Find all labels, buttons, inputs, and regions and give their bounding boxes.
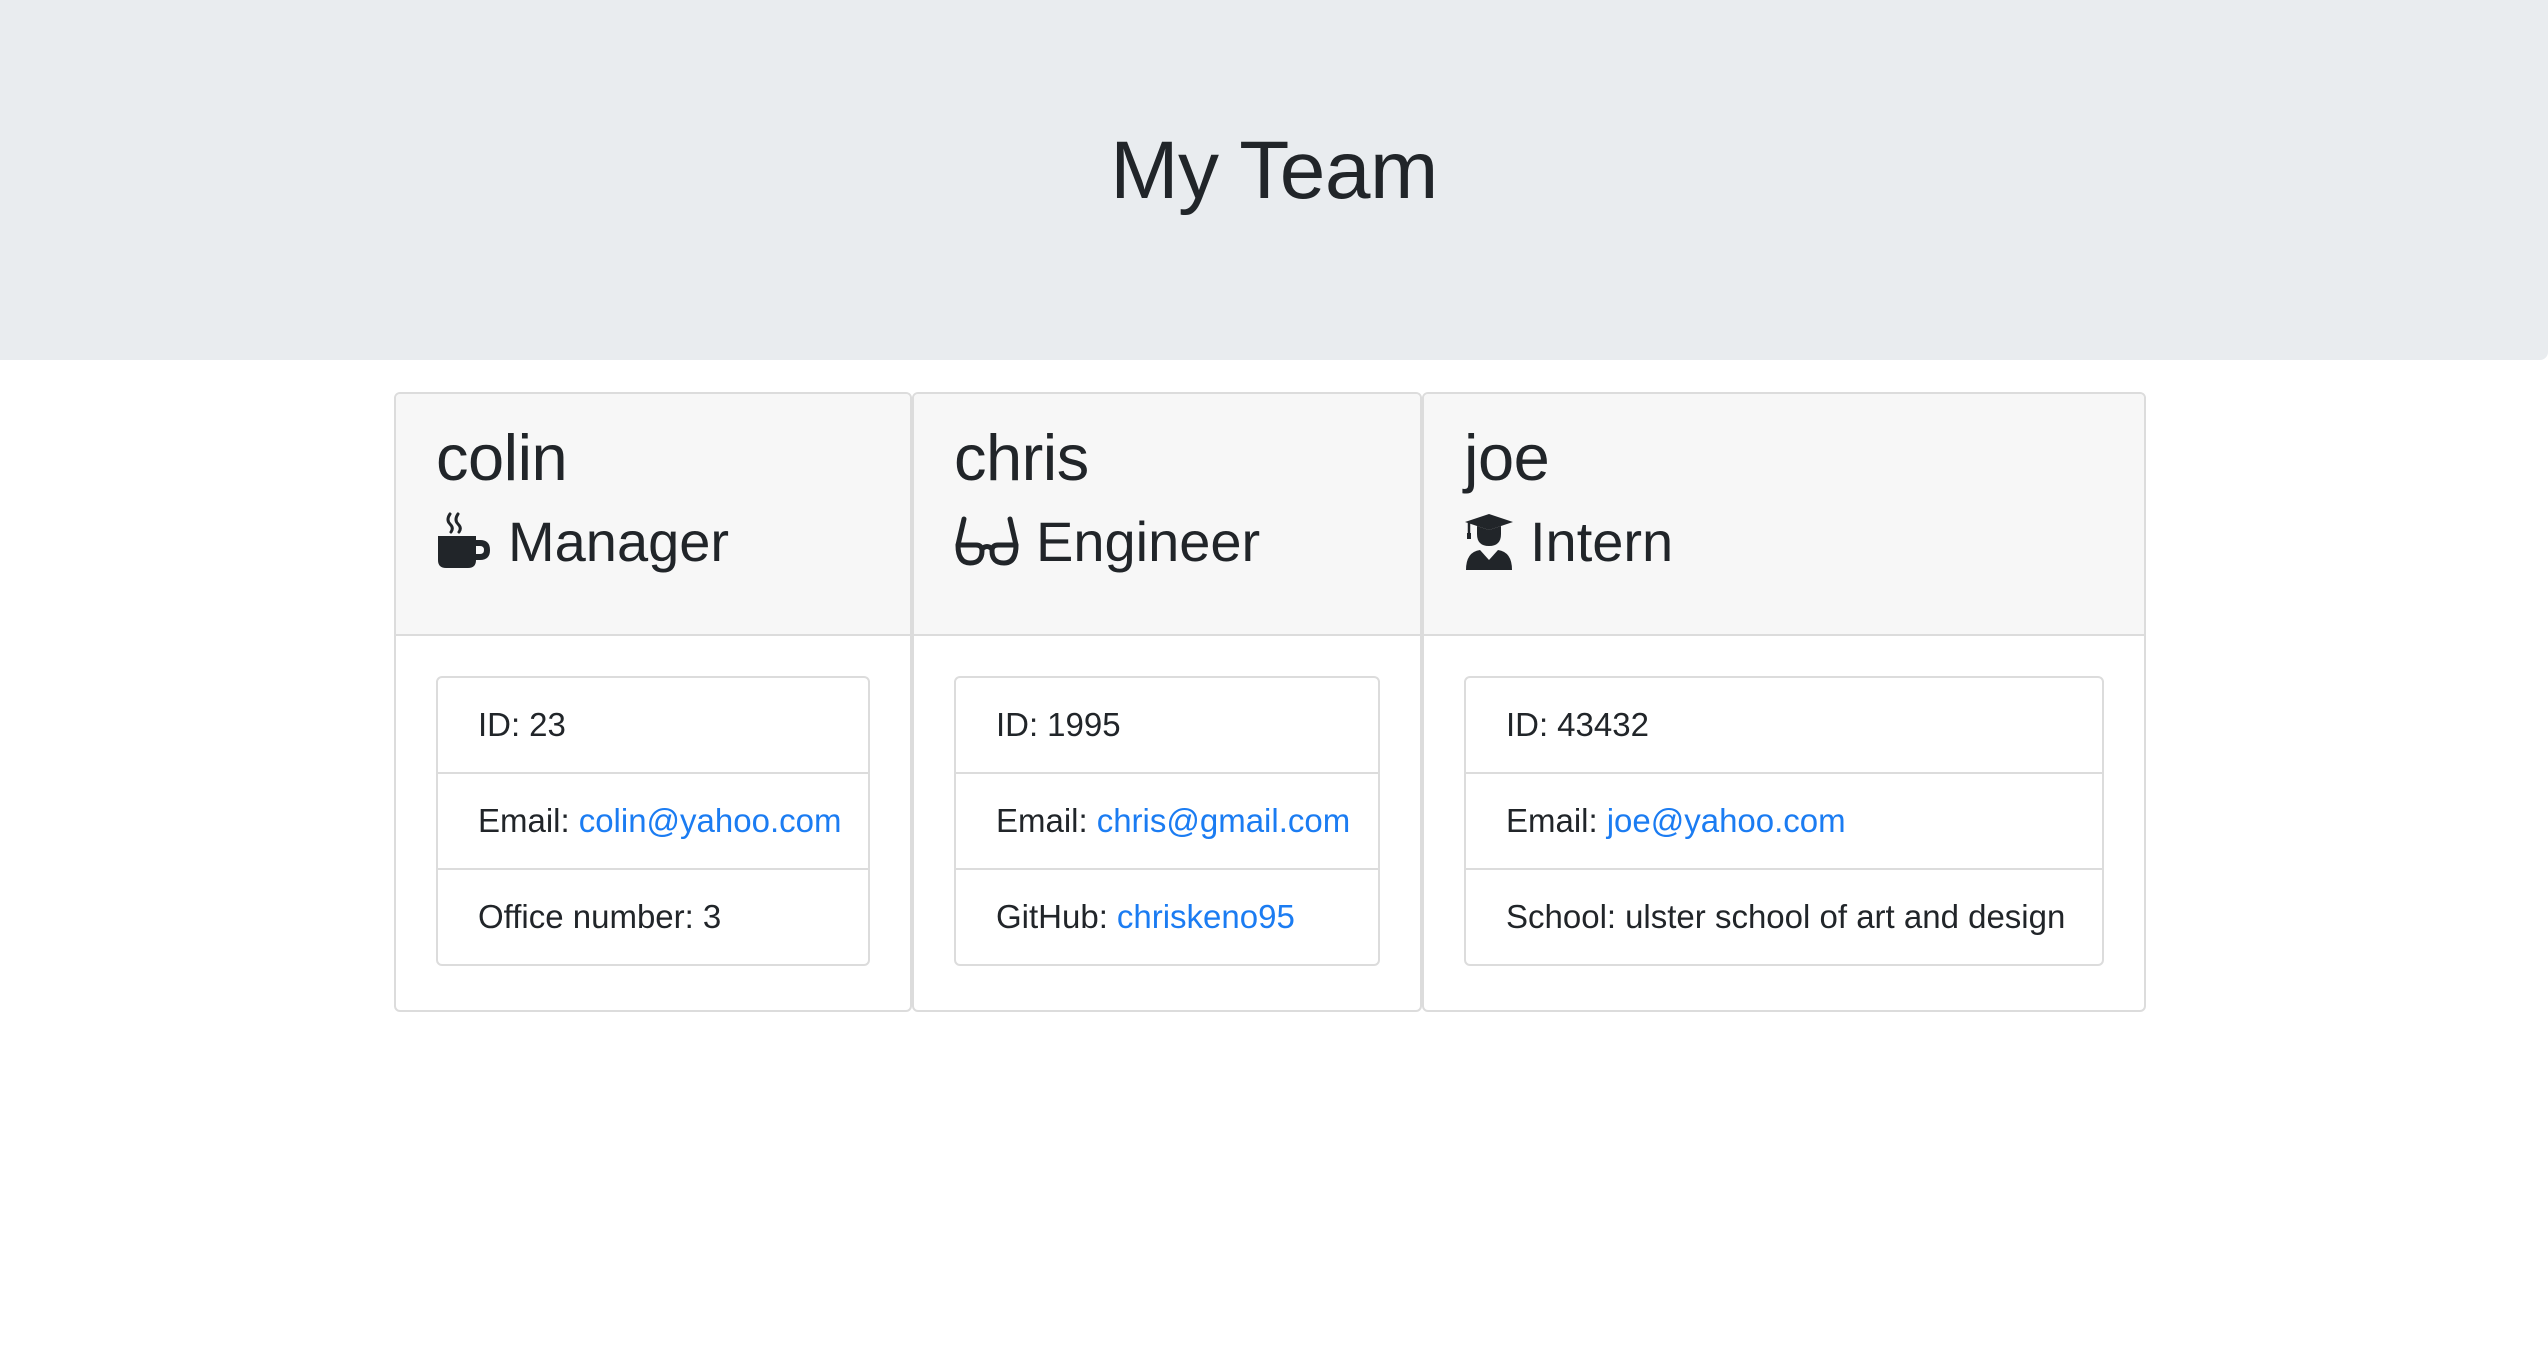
role-label: Intern [1530, 509, 1674, 573]
employee-card-engineer: chris Engineer ID: 1995 Email: chris@gma… [912, 392, 1422, 1012]
email-item: Email: colin@yahoo.com [438, 774, 868, 870]
email-label: Email: [478, 802, 570, 839]
id-value: 1995 [1047, 706, 1121, 743]
role-label: Manager [508, 509, 730, 573]
id-value: 23 [529, 706, 566, 743]
card-header: joe Intern [1424, 394, 2144, 636]
employee-role: Manager [436, 508, 910, 575]
email-link[interactable]: chris@gmail.com [1097, 802, 1351, 840]
info-list: ID: 1995 Email: chris@gmail.com GitHub: … [954, 676, 1380, 966]
role-label: Engineer [1036, 509, 1261, 573]
id-item: ID: 1995 [956, 678, 1378, 774]
github-label: GitHub: [996, 898, 1108, 935]
glasses-icon [955, 516, 1019, 566]
card-body: ID: 43432 Email: joe@yahoo.com School: u… [1424, 636, 2144, 1006]
card-body: ID: 23 Email: colin@yahoo.com Office num… [396, 636, 910, 1006]
info-list: ID: 23 Email: colin@yahoo.com Office num… [436, 676, 870, 966]
school-value: ulster school of art and design [1625, 898, 2066, 935]
id-item: ID: 23 [438, 678, 868, 774]
mug-hot-icon [438, 512, 490, 569]
github-link[interactable]: chriskeno95 [1117, 898, 1295, 936]
email-link[interactable]: colin@yahoo.com [579, 802, 842, 840]
id-label: ID: [478, 706, 521, 743]
id-value: 43432 [1557, 706, 1649, 743]
employee-card-intern: joe Intern ID: 43432 Email: joe@yahoo.co… [1422, 392, 2146, 1012]
info-list: ID: 43432 Email: joe@yahoo.com School: u… [1464, 676, 2104, 966]
employee-name: colin [436, 421, 568, 494]
page-title: My Team [1110, 125, 1438, 216]
employee-card-manager: colin Manager ID: 23 Email: colin@yahoo.… [394, 392, 912, 1012]
card-body: ID: 1995 Email: chris@gmail.com GitHub: … [914, 636, 1420, 1006]
employee-name: joe [1464, 421, 1550, 494]
email-item: Email: chris@gmail.com [956, 774, 1378, 870]
page-header: My Team [0, 0, 2548, 360]
office-number-label: Office number: [478, 898, 694, 935]
employee-role: Engineer [954, 508, 1420, 575]
user-graduate-icon [1465, 514, 1513, 571]
id-label: ID: [996, 706, 1039, 743]
school-item: School: ulster school of art and design [1466, 870, 2102, 964]
email-link[interactable]: joe@yahoo.com [1607, 802, 1846, 840]
employee-name: chris [954, 421, 1089, 494]
office-number-item: Office number: 3 [438, 870, 868, 964]
school-label: School: [1506, 898, 1617, 935]
email-item: Email: joe@yahoo.com [1466, 774, 2102, 870]
employee-role: Intern [1464, 508, 2144, 575]
id-label: ID: [1506, 706, 1549, 743]
card-header: colin Manager [396, 394, 910, 636]
email-label: Email: [1506, 802, 1598, 839]
github-item: GitHub: chriskeno95 [956, 870, 1378, 964]
email-label: Email: [996, 802, 1088, 839]
office-number-value: 3 [702, 898, 722, 935]
id-item: ID: 43432 [1466, 678, 2102, 774]
card-header: chris Engineer [914, 394, 1420, 636]
